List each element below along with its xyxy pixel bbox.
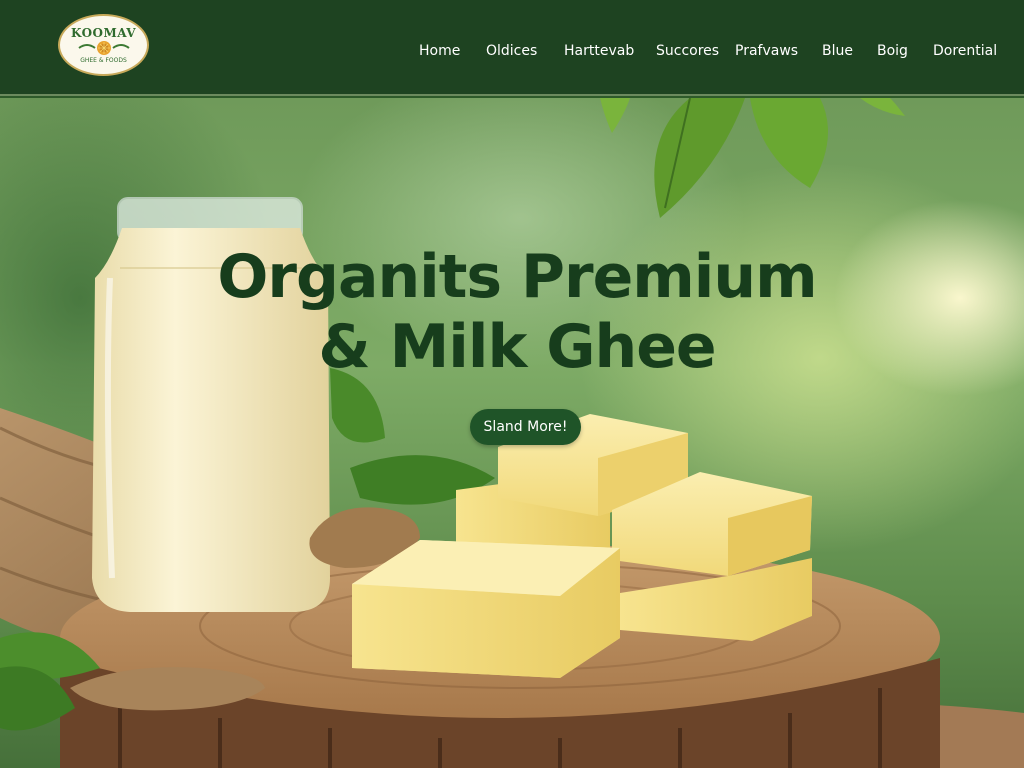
nav-item-8[interactable]: Dorential: [933, 40, 997, 62]
logo-title: KOOMAV: [70, 25, 137, 40]
leaves-top: [600, 98, 905, 218]
nav-item-3[interactable]: Harttevab: [564, 40, 634, 62]
nav-item-6[interactable]: Blue: [822, 40, 853, 62]
ghee-blocks: [352, 414, 812, 678]
nav-item-blog[interactable]: Boig: [877, 40, 908, 62]
nav-item-4[interactable]: Succores: [656, 40, 719, 62]
main-nav: Home Oldices Harttevab Succores Prafvaws…: [0, 40, 1024, 62]
hero-section: Organits Premium & Milk Ghee Sland More!: [0, 98, 1024, 768]
hero-title-line-2: & Milk Ghee: [318, 312, 716, 382]
hero-title: Organits Premium & Milk Ghee: [0, 242, 1024, 382]
hero-title-line-1: Organits Premium: [217, 242, 817, 312]
nav-item-2[interactable]: Oldices: [486, 40, 537, 62]
nav-item-home[interactable]: Home: [419, 40, 460, 62]
nav-item-5[interactable]: Prafvaws: [735, 40, 798, 62]
cta-button[interactable]: Sland More!: [470, 409, 581, 445]
site-header: KOOMAV GHEE & FOODS Home Oldices Harttev…: [0, 0, 1024, 96]
